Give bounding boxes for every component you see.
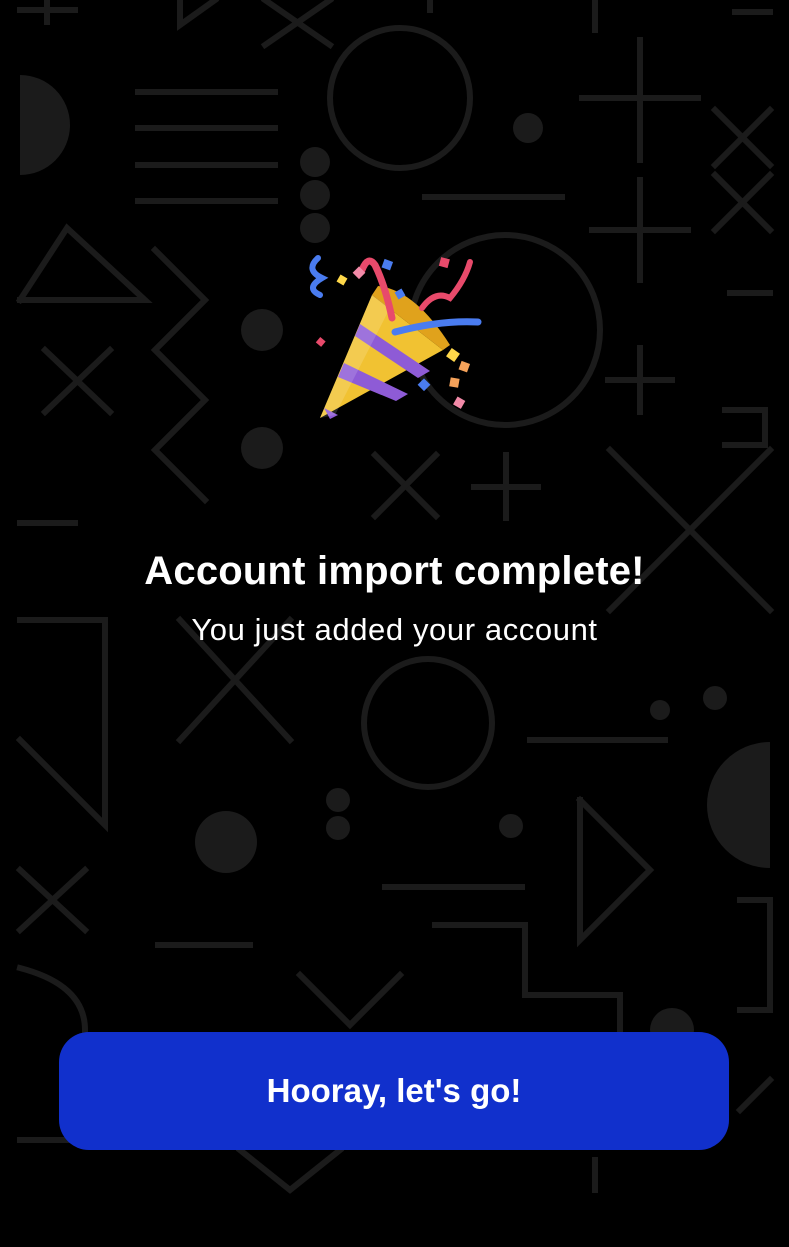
import-complete-screen: Account import complete! You just added … <box>0 0 789 1247</box>
continue-button[interactable]: Hooray, let's go! <box>59 1032 729 1150</box>
page-subtitle: You just added your account <box>191 612 598 647</box>
page-title: Account import complete! <box>144 549 645 593</box>
party-popper-icon <box>300 250 485 430</box>
